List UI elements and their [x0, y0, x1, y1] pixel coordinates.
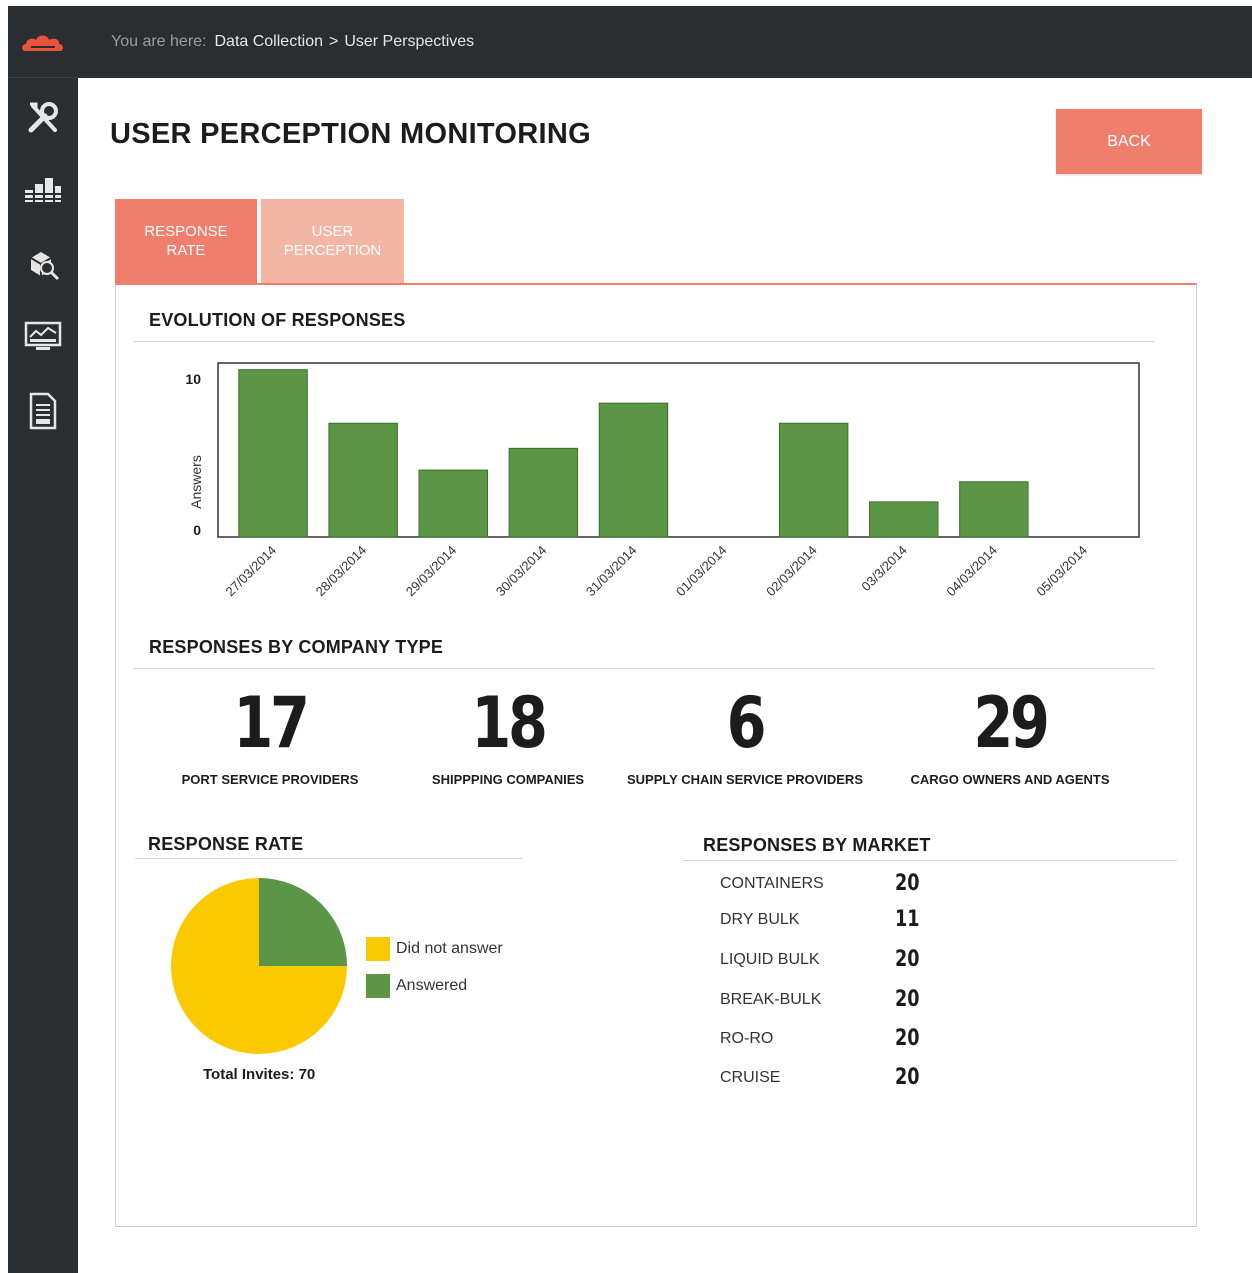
section-title-market: RESPONSES BY MARKET: [703, 835, 931, 855]
bar: [238, 369, 308, 538]
stat-value: 6: [726, 682, 767, 764]
divider: [133, 341, 1155, 342]
legend-item-did-not-answer: Did not answer: [366, 937, 503, 961]
y-axis-label: Answers: [188, 455, 204, 509]
bar: [418, 469, 488, 538]
y-tick-label: 0: [193, 522, 201, 538]
market-value: 20: [895, 987, 920, 1012]
breadcrumb: You are here: Data Collection > User Per…: [78, 6, 1252, 78]
market-name: RO-RO: [720, 1030, 774, 1047]
market-row-break-bulk: BREAK-BULK 20: [720, 987, 1020, 1013]
response-rate-pie-chart: [171, 878, 347, 1054]
stat-value: 18: [471, 682, 548, 764]
market-row-ro-ro: RO-RO 20: [720, 1026, 1020, 1052]
stat-value: 17: [233, 682, 310, 764]
market-value: 20: [895, 1026, 920, 1051]
market-value: 11: [895, 907, 920, 932]
tab-response-rate[interactable]: RESPONSE RATE: [115, 199, 257, 283]
market-value: 20: [895, 947, 920, 972]
evolution-bar-chart: Answers 10 0 27/03/2014 28/03/2014 29/03/2…: [185, 362, 1140, 600]
stat-value: 29: [973, 682, 1050, 764]
divider: [135, 858, 523, 859]
total-invites: Total Invites: 70: [203, 1066, 316, 1083]
stat-shipping-companies: 18 SHIPPPING COMPANIES: [408, 688, 608, 787]
bar: [778, 422, 849, 538]
y-tick-label: 10: [185, 371, 201, 387]
cloud-logo-icon[interactable]: [8, 6, 78, 78]
market-name: LIQUID BULK: [720, 951, 820, 968]
monitor-dashboard-icon[interactable]: [8, 316, 78, 356]
market-row-containers: CONTAINERS 20: [720, 871, 1020, 897]
legend-swatch: [366, 974, 390, 998]
market-name: DRY BULK: [720, 911, 800, 928]
breadcrumb-item-data-collection[interactable]: Data Collection: [214, 33, 323, 51]
section-title-evolution: EVOLUTION OF RESPONSES: [149, 310, 406, 330]
bar: [328, 422, 398, 538]
market-value: 20: [895, 871, 920, 896]
stat-label: CARGO OWNERS AND AGENTS: [910, 772, 1110, 787]
market-row-cruise: CRUISE 20: [720, 1065, 1020, 1091]
market-name: BREAK-BULK: [720, 991, 822, 1008]
market-name: CRUISE: [720, 1069, 781, 1086]
breadcrumb-prefix: You are here:: [111, 33, 207, 50]
stat-port-service-providers: 17 PORT SERVICE PROVIDERS: [170, 688, 370, 787]
stat-cargo-owners-and-agents: 29 CARGO OWNERS AND AGENTS: [900, 688, 1120, 787]
x-tick-label: 03/3/2014: [858, 543, 910, 595]
legend-label: Answered: [396, 977, 468, 994]
x-tick-label: 02/03/2014: [763, 543, 820, 600]
divider: [683, 860, 1177, 861]
x-tick-label: 31/03/2014: [583, 543, 640, 600]
breadcrumb-separator: >: [328, 33, 339, 50]
divider: [133, 668, 1155, 669]
x-tick-label: 27/03/2014: [223, 543, 280, 600]
market-value: 20: [895, 1065, 920, 1090]
page-title: USER PERCEPTION MONITORING: [110, 118, 591, 150]
x-tick-label: 29/03/2014: [403, 543, 460, 600]
section-title-response-rate: RESPONSE RATE: [148, 834, 304, 854]
bar: [508, 447, 579, 538]
back-button[interactable]: BACK: [1056, 109, 1202, 174]
bar-chart-icon[interactable]: [8, 172, 78, 206]
sidebar: [8, 6, 78, 1273]
x-tick-label: 01/03/2014: [673, 543, 730, 600]
x-tick-label: 30/03/2014: [493, 543, 550, 600]
stat-label: PORT SERVICE PROVIDERS: [181, 772, 359, 787]
tools-icon[interactable]: [8, 96, 78, 140]
document-report-icon[interactable]: [8, 388, 78, 434]
tab-label-line: USER: [311, 223, 354, 240]
market-row-dry-bulk: DRY BULK 11: [720, 907, 1020, 933]
market-name: CONTAINERS: [720, 875, 824, 892]
stat-supply-chain-service-providers: 6 SUPPLY CHAIN SERVICE PROVIDERS: [625, 688, 865, 787]
section-title-company-type: RESPONSES BY COMPANY TYPE: [149, 637, 444, 657]
x-tick-label: 28/03/2014: [313, 543, 370, 600]
x-tick-label: 04/03/2014: [943, 543, 1000, 600]
breadcrumb-item-user-perspectives[interactable]: User Perspectives: [344, 33, 474, 51]
legend-item-answered: Answered: [366, 974, 467, 998]
bar: [959, 481, 1029, 538]
legend-swatch: [366, 937, 390, 961]
stat-label: SHIPPPING COMPANIES: [431, 772, 585, 787]
legend-label: Did not answer: [396, 940, 503, 957]
search-cube-icon[interactable]: [8, 242, 78, 286]
app-root: You are here: Data Collection > User Per…: [0, 0, 1252, 1273]
bar: [869, 501, 939, 538]
tab-label-line: RATE: [166, 242, 206, 259]
tab-user-perception[interactable]: USER PERCEPTION: [261, 199, 404, 283]
market-row-liquid-bulk: LIQUID BULK 20: [720, 947, 1020, 973]
pie-slice: [259, 878, 347, 966]
tab-label-line: RESPONSE: [144, 223, 228, 240]
tab-label-line: PERCEPTION: [283, 242, 382, 259]
bar: [598, 402, 669, 538]
x-tick-label: 05/03/2014: [1033, 543, 1090, 600]
stat-label: SUPPLY CHAIN SERVICE PROVIDERS: [627, 772, 863, 787]
